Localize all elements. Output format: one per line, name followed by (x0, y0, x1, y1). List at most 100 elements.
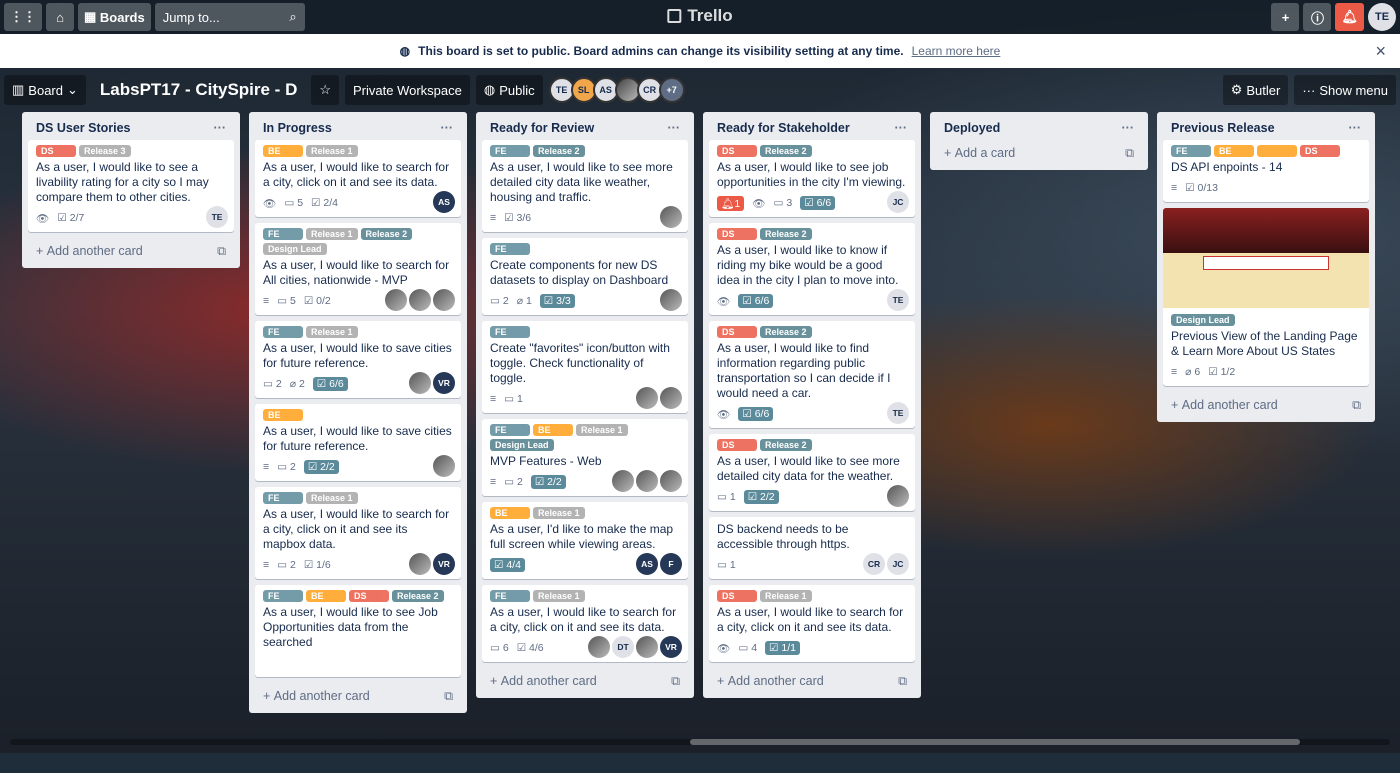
butler-button[interactable]: ⚙ Butler (1222, 75, 1289, 105)
card-label[interactable]: FE (1171, 145, 1211, 157)
member-avatar-photo[interactable] (409, 372, 431, 394)
member-avatar[interactable]: VR (433, 553, 455, 575)
card[interactable]: DS Release 2 As a user, I would like to kn… (709, 223, 915, 315)
list-title[interactable]: Ready for Review (490, 121, 594, 135)
member-avatar[interactable]: AS (636, 553, 658, 575)
member-avatar[interactable]: AS (433, 191, 455, 213)
card-label[interactable]: Release 2 (760, 145, 812, 157)
card-label[interactable]: FE (490, 590, 530, 602)
card-label[interactable]: Design Lead (490, 439, 554, 451)
card[interactable]: DS backend needs to be accessible throug… (709, 517, 915, 579)
card-label[interactable]: FE (490, 326, 530, 338)
list-header[interactable]: Ready for Review ··· (482, 116, 688, 140)
member-avatar[interactable]: CR (863, 553, 885, 575)
list-header[interactable]: In Progress ··· (255, 116, 461, 140)
list-menu-icon[interactable]: ··· (668, 121, 681, 135)
card-label[interactable]: BE (263, 409, 303, 421)
board-title[interactable]: LabsPT17 - CitySpire - D (92, 80, 305, 100)
card-label[interactable]: DS (717, 590, 757, 602)
user-avatar[interactable]: TE (1368, 3, 1396, 31)
list-title[interactable]: In Progress (263, 121, 332, 135)
card[interactable]: DS Release 2 As a user, I would like to se… (709, 140, 915, 217)
card-label[interactable]: Release 2 (760, 439, 812, 451)
card-label[interactable]: FE (263, 590, 303, 602)
notification-bell-icon[interactable]: 🔔︎ (1335, 3, 1364, 31)
card[interactable]: BE As a user, I would like to save cities… (255, 404, 461, 481)
card[interactable]: DS Release 2 As a user, I would like to se… (709, 434, 915, 511)
add-card-button[interactable]: + Add another card ⧉ (709, 668, 915, 694)
learn-more-link[interactable]: Learn more here (912, 44, 1001, 58)
boards-button[interactable]: ▦ Boards (78, 3, 151, 31)
member-avatar-photo[interactable] (660, 387, 682, 409)
visibility-button[interactable]: ◍ Public (475, 75, 543, 105)
add-card-button[interactable]: + Add another card ⧉ (255, 683, 461, 709)
card-label[interactable]: Release 1 (306, 326, 358, 338)
card-label[interactable]: FE (490, 424, 530, 436)
list-menu-icon[interactable]: ··· (441, 121, 454, 135)
card-label[interactable]: Release 2 (760, 228, 812, 240)
card-label[interactable]: Design Lead (263, 243, 327, 255)
card-label[interactable]: FE (263, 228, 303, 240)
member-avatar-photo[interactable] (660, 206, 682, 228)
card-label[interactable]: Design Lead (1171, 314, 1235, 326)
card-label[interactable]: Release 1 (760, 590, 812, 602)
card-label[interactable]: FE (263, 326, 303, 338)
add-card-button[interactable]: + Add another card ⧉ (1163, 392, 1369, 418)
card-label[interactable]: DS (717, 326, 757, 338)
member-avatar-photo[interactable] (660, 470, 682, 492)
card[interactable]: FE Create components for new DS datasets … (482, 238, 688, 315)
member-avatar-photo[interactable] (887, 485, 909, 507)
list-header[interactable]: DS User Stories ··· (28, 116, 234, 140)
card[interactable]: FE Release 1 As a user, I would like to se… (255, 487, 461, 579)
card-label[interactable]: BE (263, 145, 303, 157)
member-avatar[interactable]: VR (660, 636, 682, 658)
workspace-button[interactable]: Private Workspace (345, 75, 470, 105)
card-label[interactable]: FE (490, 145, 530, 157)
card-label[interactable]: Release 1 (306, 228, 358, 240)
member-avatar[interactable]: TE (887, 402, 909, 424)
card[interactable]: DS Release 1 As a user, I would like to se… (709, 585, 915, 662)
template-icon[interactable]: ⧉ (1125, 146, 1134, 161)
card-label[interactable]: BE (490, 507, 530, 519)
create-icon[interactable]: + (1271, 3, 1300, 31)
card-label[interactable]: DS (1300, 145, 1340, 157)
card-label[interactable]: BE (306, 590, 346, 602)
card[interactable]: DS Release 3 As a user, I would like to se… (28, 140, 234, 232)
member-avatar-photo[interactable] (636, 470, 658, 492)
close-icon[interactable]: × (1375, 41, 1386, 62)
template-icon[interactable]: ⧉ (671, 674, 680, 689)
card[interactable]: FE Release 1 Release 2 Design Lead As a user… (255, 223, 461, 315)
card-label[interactable]: FE (263, 492, 303, 504)
member-avatar[interactable]: DT (612, 636, 634, 658)
add-card-button[interactable]: + Add another card ⧉ (482, 668, 688, 694)
list-menu-icon[interactable]: ··· (1349, 121, 1362, 135)
info-icon[interactable]: ⓘ (1303, 3, 1332, 31)
card[interactable]: FE BE Release 1 Design Lead MVP Features - W… (482, 419, 688, 496)
list-title[interactable]: Previous Release (1171, 121, 1275, 135)
card-label[interactable]: Release 1 (576, 424, 628, 436)
card[interactable]: FE BE DS Release 2 As a user, I would like t… (255, 585, 461, 677)
card-label[interactable]: Release 1 (533, 507, 585, 519)
card[interactable]: FE Release 1 As a user, I would like to sa… (255, 321, 461, 398)
card[interactable]: FE BE DS DS API enpoints - 14 ≡ ☑ 0/13 (1163, 140, 1369, 202)
list-title[interactable]: Ready for Stakeholder (717, 121, 850, 135)
list-menu-icon[interactable]: ··· (214, 121, 227, 135)
card-label[interactable]: Release 2 (392, 590, 444, 602)
template-icon[interactable]: ⧉ (444, 689, 453, 704)
list-header[interactable]: Deployed ··· (936, 116, 1142, 140)
more-members[interactable]: +7 (658, 77, 685, 103)
show-menu-button[interactable]: ··· Show menu (1294, 75, 1396, 105)
add-card-button[interactable]: + Add a card ⧉ (936, 140, 1142, 166)
card-label[interactable]: BE (1214, 145, 1254, 157)
card-label[interactable]: Release 1 (306, 145, 358, 157)
member-avatar[interactable]: VR (433, 372, 455, 394)
card[interactable]: BE Release 1 As a user, I'd like to make t… (482, 502, 688, 579)
card[interactable]: FE Create "favorites" icon/button with to… (482, 321, 688, 413)
card-label[interactable]: DS (717, 145, 757, 157)
member-avatar[interactable]: JC (887, 553, 909, 575)
card[interactable]: DS Release 2 As a user, I would like to fi… (709, 321, 915, 428)
member-avatar-photo[interactable] (612, 470, 634, 492)
list-header[interactable]: Ready for Stakeholder ··· (709, 116, 915, 140)
member-avatar-photo[interactable] (409, 289, 431, 311)
member-avatar-photo[interactable] (409, 553, 431, 575)
